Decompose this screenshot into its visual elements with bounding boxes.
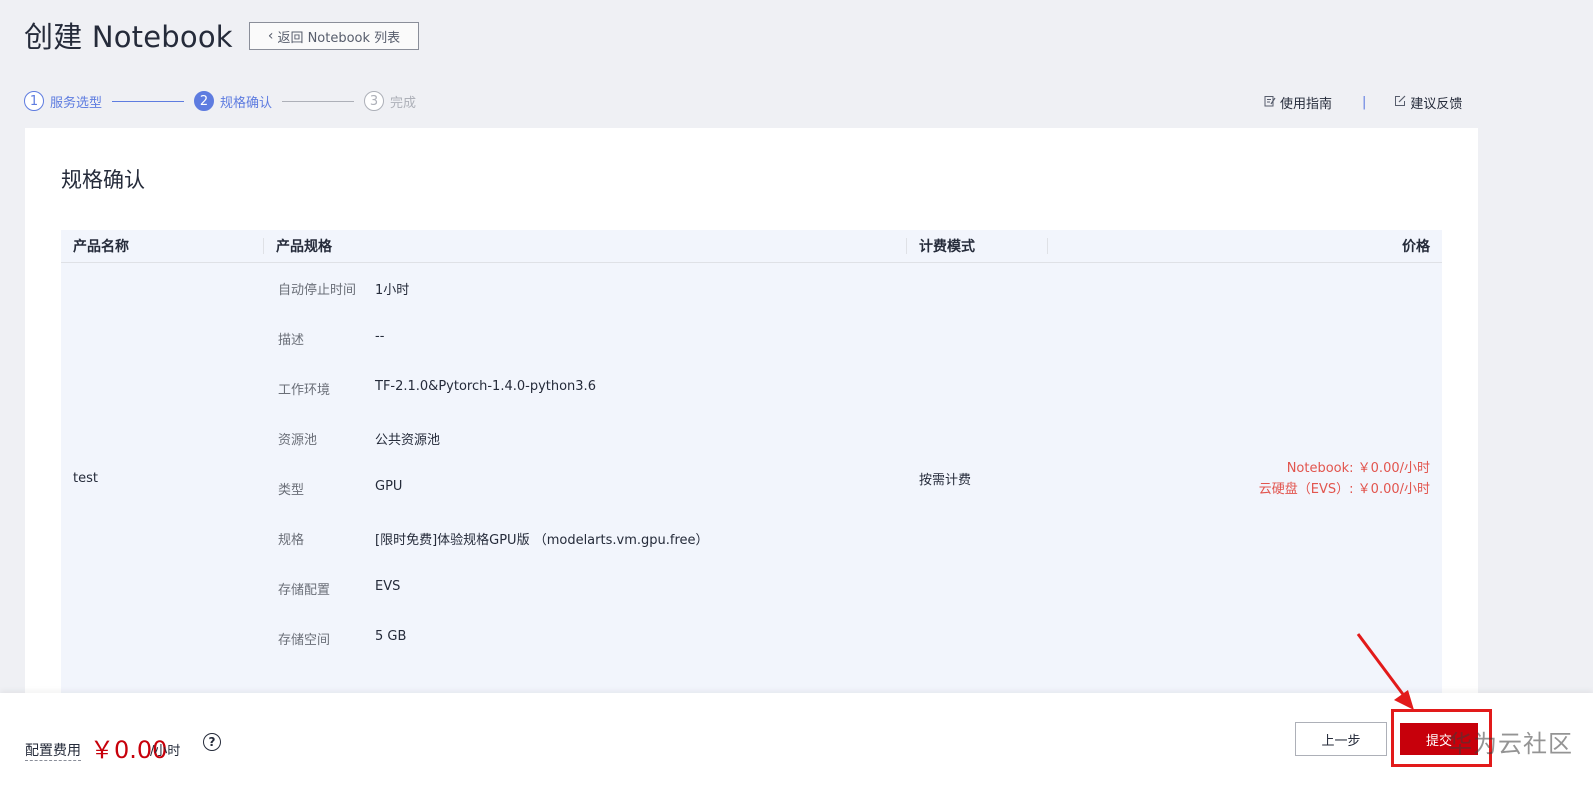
step-label: 服务选型 [50,95,103,111]
spec-table: 产品名称 产品规格 计费模式 价格 test 自动停止时间 1小时 描述 -- [61,230,1442,693]
usage-guide-label: 使用指南 [1280,97,1333,112]
price-evs: 云硬盘（EVS）: ￥0.00/小时 [1258,481,1430,497]
spec-confirm-panel: 规格确认 产品名称 产品规格 计费模式 价格 test 自动停止时间 1小时 描… [25,128,1478,693]
bottom-action-bar: 配置费用 ￥0.00 /小时 ? 上一步 提交 华为云社区 [0,693,1593,791]
watermark: 华为云社区 [1448,730,1573,758]
spec-row-type: 类型 GPU [264,479,907,529]
step-number: 1 [24,91,44,111]
spec-row-auto-stop: 自动停止时间 1小时 [264,279,907,329]
divider: | [1362,95,1367,110]
spec-row-storage-size: 存储空间 5 GB [264,629,907,679]
spec-row-flavor: 规格 [限时免费]体验规格GPU版 （modelarts.vm.gpu.free… [264,529,907,579]
top-links: 使用指南 | 建议反馈 [1264,93,1462,112]
spec-row-description: 描述 -- [264,329,907,379]
spec-label: 工作环境 [278,383,331,398]
spec-value: 1小时 [375,283,410,298]
step-service-selection[interactable]: 1 服务选型 [24,91,102,111]
spec-label: 描述 [278,333,305,348]
page-title: 创建 Notebook [24,20,233,54]
spec-row-resource-pool: 资源池 公共资源池 [264,429,907,479]
feedback-label: 建议反馈 [1410,97,1463,112]
price-notebook: Notebook: ￥0.00/小时 [1286,460,1430,476]
step-number: 3 [364,91,385,111]
product-spec-cell: 自动停止时间 1小时 描述 -- 工作环境 TF-2.1.0&Pytorch-1… [264,263,907,693]
step-complete: 3 完成 [364,91,416,111]
spec-value: GPU [375,479,403,494]
spec-value: EVS [375,579,401,594]
spec-label: 类型 [278,483,305,498]
usage-guide-link[interactable]: 使用指南 [1264,93,1332,112]
step-connector [282,100,355,102]
edit-doc-icon [1264,95,1276,110]
column-header-product-spec: 产品规格 [264,230,907,262]
spec-label: 规格 [278,533,305,548]
step-spec-confirm: 2 规格确认 [194,91,272,111]
spec-label: 存储空间 [278,633,331,648]
back-to-list-button[interactable]: ‹ 返回 Notebook 列表 [249,22,419,50]
column-header-billing-mode: 计费模式 [907,230,1048,262]
feedback-icon [1394,95,1406,110]
previous-step-button[interactable]: 上一步 [1295,722,1387,756]
back-button-label: 返回 Notebook 列表 [277,30,401,46]
spec-label: 存储配置 [278,583,331,598]
spec-value: 公共资源池 [375,433,441,448]
spec-label: 自动停止时间 [278,283,357,298]
spec-value: 5 GB [375,629,407,644]
table-header: 产品名称 产品规格 计费模式 价格 [61,230,1442,262]
spec-row-environment: 工作环境 TF-2.1.0&Pytorch-1.4.0-python3.6 [264,379,907,429]
table-row: test 自动停止时间 1小时 描述 -- 工作环境 TF-2.1.0&Pyto… [61,262,1442,693]
spec-value: TF-2.1.0&Pytorch-1.4.0-python3.6 [375,379,596,394]
column-header-product-name: 产品名称 [61,230,264,262]
spec-list: 自动停止时间 1小时 描述 -- 工作环境 TF-2.1.0&Pytorch-1… [264,263,907,679]
help-icon[interactable]: ? [203,733,221,751]
spec-value: -- [375,329,385,344]
chevron-left-icon: ‹ [267,28,274,44]
step-indicator: 1 服务选型 2 规格确认 3 完成 [24,89,416,113]
step-connector [112,100,185,102]
price-cell: Notebook: ￥0.00/小时 云硬盘（EVS）: ￥0.00/小时 [1048,263,1442,693]
spec-row-storage-config: 存储配置 EVS [264,579,907,629]
step-number: 2 [194,91,215,111]
column-header-price: 价格 [1402,239,1430,255]
spec-value: [限时免费]体验规格GPU版 （modelarts.vm.gpu.free） [375,533,709,548]
config-fee-unit: /小时 [150,744,181,759]
product-name-cell: test [73,471,98,486]
step-label: 规格确认 [220,95,273,111]
config-fee-label[interactable]: 配置费用 [25,742,81,761]
panel-title: 规格确认 [61,168,145,192]
feedback-link[interactable]: 建议反馈 [1394,93,1462,112]
step-label: 完成 [390,95,417,111]
billing-mode-cell: 按需计费 [919,473,972,488]
spec-label: 资源池 [278,433,318,448]
